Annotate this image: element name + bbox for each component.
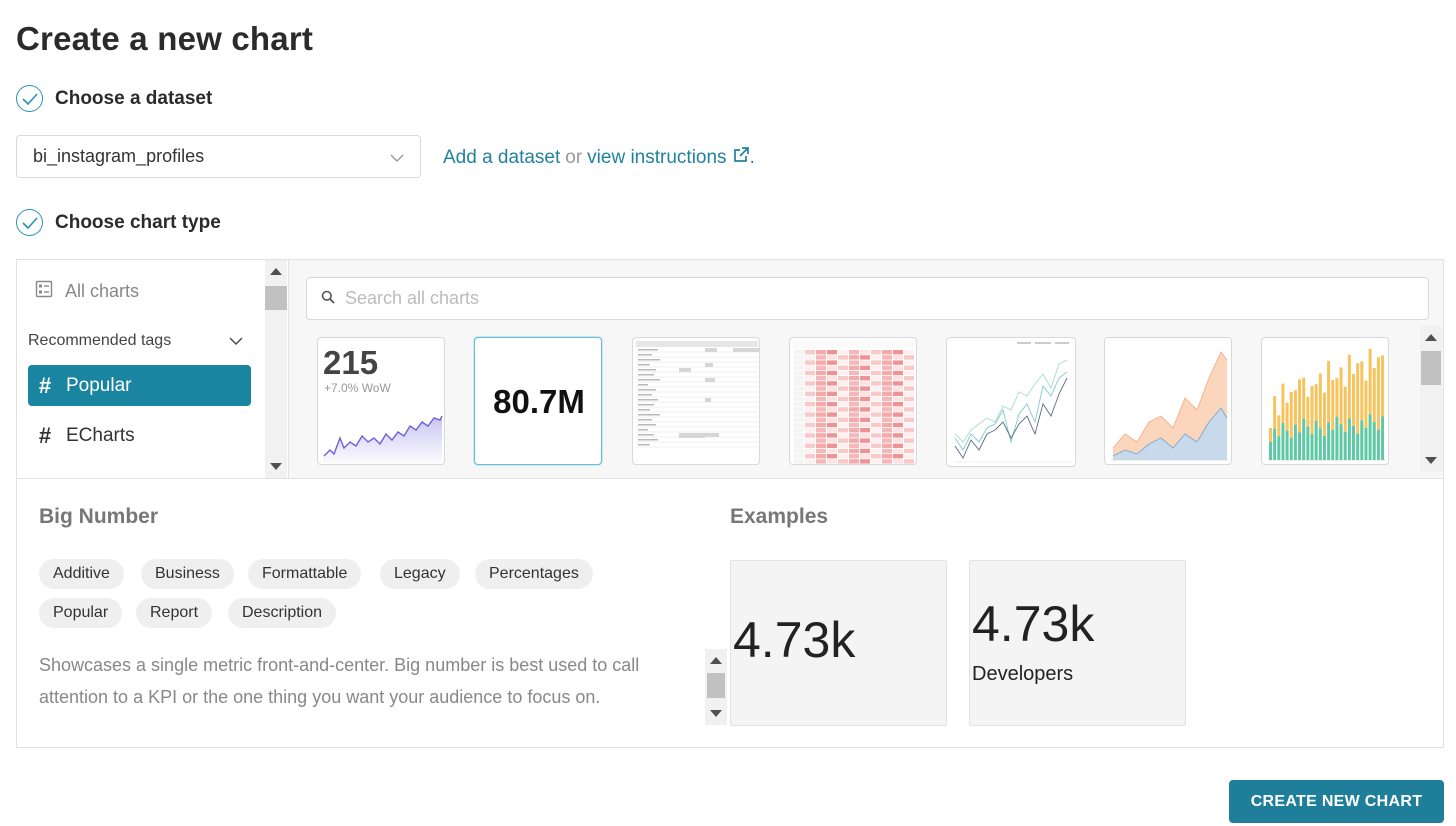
examples-heading: Examples	[730, 505, 829, 528]
or-text: or	[565, 147, 583, 168]
view-instructions-link[interactable]: view instructions	[587, 147, 726, 169]
example-image[interactable]: 4.73k	[730, 560, 947, 726]
hash-icon: #	[38, 372, 52, 398]
example-value: 4.73k	[733, 612, 856, 668]
scrollbar-thumb[interactable]	[1421, 351, 1441, 385]
chart-thumbnail-big-number-trendline[interactable]: 215 +7.0% WoW	[317, 337, 445, 465]
sidebar-tag-label: Popular	[66, 374, 132, 396]
chart-description: Showcases a single metric front-and-cent…	[39, 655, 640, 707]
tag-chip: Additive	[39, 559, 124, 589]
chart-search[interactable]	[306, 277, 1429, 320]
sidebar-tag-popular[interactable]: # Popular	[28, 365, 251, 406]
create-new-chart-button[interactable]: CREATE NEW CHART	[1229, 780, 1444, 823]
chevron-down-icon	[390, 146, 404, 167]
chart-gallery: 215 +7.0% WoW 80.7M	[288, 260, 1443, 478]
chart-thumbnail-bar-chart[interactable]	[1261, 337, 1389, 465]
chart-thumbnail-big-number[interactable]: 80.7M	[474, 337, 602, 465]
recommended-tags-label: Recommended tags	[28, 332, 172, 349]
scroll-down-arrow-icon[interactable]	[270, 463, 282, 470]
scroll-up-arrow-icon[interactable]	[710, 657, 722, 664]
tag-chip: Percentages	[475, 559, 593, 589]
chart-thumbnail-table[interactable]	[632, 337, 760, 465]
scrollbar-thumb[interactable]	[707, 673, 725, 698]
tag-chip: Formattable	[248, 559, 362, 589]
tag-chip: Description	[228, 598, 337, 628]
trendline-delta: +7.0% WoW	[324, 381, 391, 395]
dataset-select[interactable]: bi_instagram_profiles	[16, 135, 421, 178]
check-circle-icon	[16, 85, 43, 112]
trendline-big-value: 215	[323, 344, 378, 381]
example-image[interactable]: 4.73k Developers	[969, 560, 1186, 726]
tag-chip: Popular	[39, 598, 123, 628]
add-dataset-link[interactable]: Add a dataset	[443, 147, 560, 169]
tag-chip: Business	[141, 559, 234, 589]
step-choose-chart-type: Choose chart type	[16, 209, 221, 236]
big-number-value: 80.7M	[493, 383, 585, 420]
scroll-down-arrow-icon[interactable]	[1425, 457, 1437, 464]
example-subheader: Developers	[972, 663, 1074, 685]
chart-thumbnail-heatmap-table[interactable]	[789, 337, 917, 465]
hash-icon: #	[38, 422, 52, 448]
chevron-down-icon	[229, 332, 243, 350]
scrollbar-thumb[interactable]	[265, 286, 287, 310]
recommended-tags-toggle[interactable]: Recommended tags	[28, 332, 243, 350]
chart-details: Big Number Additive Business Formattable…	[17, 478, 1443, 747]
all-charts-label: All charts	[65, 281, 140, 301]
tag-chip: Report	[136, 598, 213, 628]
check-circle-icon	[16, 209, 43, 236]
example-value: 4.73k	[972, 596, 1095, 652]
scroll-down-arrow-icon[interactable]	[710, 710, 722, 717]
step-label: Choose a dataset	[55, 87, 213, 109]
all-charts-item[interactable]: All charts	[35, 280, 139, 303]
chart-name-heading: Big Number	[39, 505, 159, 528]
scroll-up-arrow-icon[interactable]	[1425, 334, 1437, 341]
search-input[interactable]	[345, 288, 1345, 309]
sidebar-tag-label: ECharts	[66, 424, 135, 446]
sidebar-tag-echarts[interactable]: # ECharts	[28, 415, 251, 456]
dataset-help: Add a dataset or view instructions .	[443, 146, 755, 170]
period-text: .	[749, 147, 755, 168]
search-icon	[321, 288, 335, 309]
gallery-scrollbar[interactable]	[1420, 326, 1442, 472]
scroll-up-arrow-icon[interactable]	[270, 268, 282, 275]
tag-chip: Legacy	[380, 559, 460, 589]
chart-type-chooser: All charts Recommended tags # Popular # …	[16, 259, 1444, 748]
view-instructions-label: view instructions	[587, 147, 727, 168]
sidebar-scrollbar[interactable]	[265, 260, 287, 478]
chart-thumbnail-area-chart[interactable]	[1104, 337, 1232, 465]
step-label: Choose chart type	[55, 211, 221, 233]
external-link-icon[interactable]	[732, 146, 750, 170]
step-choose-dataset: Choose a dataset	[16, 85, 212, 112]
page-title: Create a new chart	[16, 20, 314, 57]
list-icon	[35, 280, 53, 303]
dataset-selected-value: bi_instagram_profiles	[33, 146, 205, 166]
tag-sidebar: All charts Recommended tags # Popular # …	[17, 260, 287, 478]
description-scrollbar[interactable]	[705, 649, 727, 725]
chart-thumbnail-line-chart[interactable]	[946, 337, 1076, 467]
